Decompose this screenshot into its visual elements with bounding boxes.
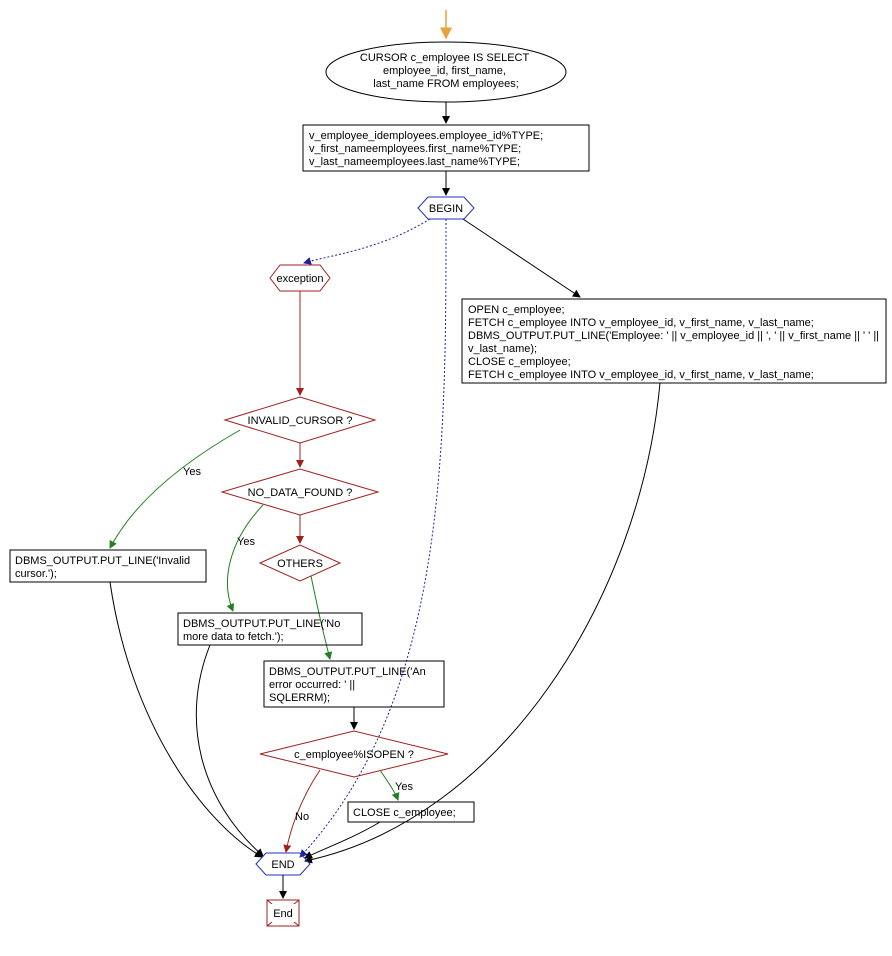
text-terminal: End: [273, 908, 293, 920]
text-cursor-decl: CURSOR c_employee IS SELECT employee_id,…: [360, 52, 532, 90]
edge-begin-exception: [304, 219, 430, 263]
edge-nodataout-end: [196, 645, 263, 856]
text-others: OTHERS: [277, 558, 323, 570]
label-invalid-yes: Yes: [183, 466, 201, 478]
label-isopen-yes: Yes: [395, 781, 413, 793]
text-isopen: c_employee%ISOPEN ?: [294, 749, 414, 761]
edge-body-end: [305, 383, 660, 861]
text-close: CLOSE c_employee;: [353, 807, 456, 819]
text-var-decl: v_employee_idemployees.employee_id%TYPE;…: [309, 130, 546, 168]
edge-invalid-yes: [110, 430, 240, 548]
text-end: END: [271, 859, 294, 871]
edge-nodata-yes: [227, 505, 263, 611]
flowchart-diagram: CURSOR c_employee IS SELECT employee_id,…: [0, 0, 892, 956]
text-nodata-out: DBMS_OUTPUT.PUT_LINE('No more data to fe…: [183, 618, 343, 643]
text-invalid-cursor: INVALID_CURSOR ?: [248, 415, 353, 427]
text-invalid-out: DBMS_OUTPUT.PUT_LINE('Invalid cursor.');: [15, 555, 193, 580]
edge-begin-end: [300, 219, 446, 857]
text-begin: BEGIN: [429, 203, 463, 215]
edge-close-end: [305, 822, 380, 858]
text-body-block: OPEN c_employee; FETCH c_employee INTO v…: [468, 304, 882, 381]
edge-begin-body: [463, 219, 580, 297]
text-no-data-found: NO_DATA_FOUND ?: [248, 487, 353, 499]
label-isopen-no: No: [295, 811, 309, 823]
text-error-out: DBMS_OUTPUT.PUT_LINE('An error occurred:…: [269, 666, 429, 704]
text-exception: exception: [276, 273, 323, 285]
label-nodata-yes: Yes: [237, 536, 255, 548]
